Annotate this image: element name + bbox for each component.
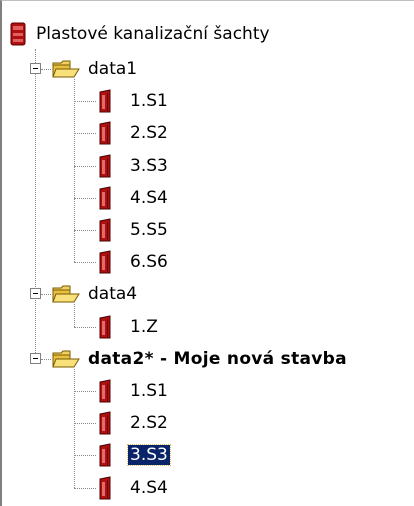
tree-item-label[interactable]: 4.S4	[128, 478, 170, 498]
tree-connector-line	[41, 358, 51, 360]
collapse-toggle-icon[interactable]	[30, 288, 41, 300]
tree-connector-line	[74, 326, 96, 328]
collapse-toggle-icon[interactable]	[30, 352, 41, 364]
tree-root-label[interactable]: Plastové kanalizační šachty	[34, 24, 272, 44]
tree-connector-line	[74, 487, 96, 489]
tree-item[interactable]: 6.S6	[2, 245, 414, 279]
tree-item[interactable]: 2.S2	[2, 116, 414, 150]
manhole-shaft-icon	[99, 443, 111, 467]
tree-item-label[interactable]: 6.S6	[128, 252, 170, 272]
tree-item[interactable]: 4.S4	[2, 471, 414, 505]
tree-connector-line	[74, 391, 96, 392]
tree-item-label[interactable]: 2.S2	[128, 123, 170, 143]
tree-connector-line	[74, 165, 96, 167]
open-folder-icon	[52, 60, 80, 78]
manhole-root-icon	[10, 22, 26, 46]
tree-connector-line	[74, 230, 96, 231]
tree-item-label[interactable]: 5.S5	[128, 220, 170, 240]
tree-item-label[interactable]: 2.S2	[128, 413, 170, 433]
tree-item-label[interactable]: 1.S1	[128, 91, 170, 111]
tree-group-label[interactable]: data2* - Moje nová stavba	[86, 349, 349, 369]
tree-item[interactable]: 1.S1	[2, 84, 414, 118]
tree-connector-line	[74, 133, 96, 135]
tree-item[interactable]: 3.S3	[2, 438, 414, 472]
manhole-shaft-icon	[99, 250, 111, 274]
tree-view[interactable]: Plastové kanalizační šachty data1 1.S1 2.S…	[0, 0, 414, 506]
tree-group-2[interactable]: data2* - Moje nová stavba	[2, 342, 414, 376]
tree-group-1[interactable]: data4	[2, 277, 414, 311]
manhole-shaft-icon	[99, 121, 111, 145]
tree-item-label[interactable]: 1.Z	[128, 317, 160, 337]
tree-item[interactable]: 4.S4	[2, 181, 414, 215]
tree-item-label[interactable]: 4.S4	[128, 188, 170, 208]
tree-item-label[interactable]: 1.S1	[128, 381, 170, 401]
open-folder-icon	[52, 350, 80, 368]
tree-item[interactable]: 2.S2	[2, 406, 414, 440]
manhole-shaft-icon	[99, 186, 111, 210]
manhole-shaft-icon	[99, 314, 111, 339]
tree-connector-line	[74, 423, 96, 425]
tree-connector-line	[74, 197, 96, 199]
tree-connector-line	[41, 69, 51, 70]
manhole-shaft-icon	[99, 379, 111, 403]
manhole-shaft-icon	[99, 153, 111, 178]
manhole-shaft-icon	[99, 475, 111, 500]
tree-item[interactable]: 5.S5	[2, 213, 414, 247]
tree-connector-line	[74, 262, 96, 264]
tree-group-0[interactable]: data1	[2, 52, 414, 86]
tree-connector-line	[74, 101, 96, 103]
tree-item[interactable]: 1.Z	[2, 310, 414, 344]
tree-item-label-selected[interactable]: 3.S3	[127, 444, 171, 467]
tree-group-label[interactable]: data4	[86, 284, 139, 304]
manhole-shaft-icon	[99, 218, 111, 242]
collapse-toggle-icon[interactable]	[30, 63, 41, 74]
open-folder-icon	[52, 285, 80, 303]
manhole-shaft-icon	[99, 411, 111, 435]
tree-root[interactable]: Plastové kanalizační šachty	[2, 17, 414, 51]
tree-connector-line	[74, 455, 96, 457]
tree-connector-line	[41, 294, 51, 296]
tree-group-label[interactable]: data1	[86, 59, 139, 79]
tree-item-label[interactable]: 3.S3	[128, 156, 170, 176]
manhole-shaft-icon	[99, 89, 111, 113]
tree-item[interactable]: 3.S3	[2, 149, 414, 183]
tree-item[interactable]: 1.S1	[2, 374, 414, 408]
